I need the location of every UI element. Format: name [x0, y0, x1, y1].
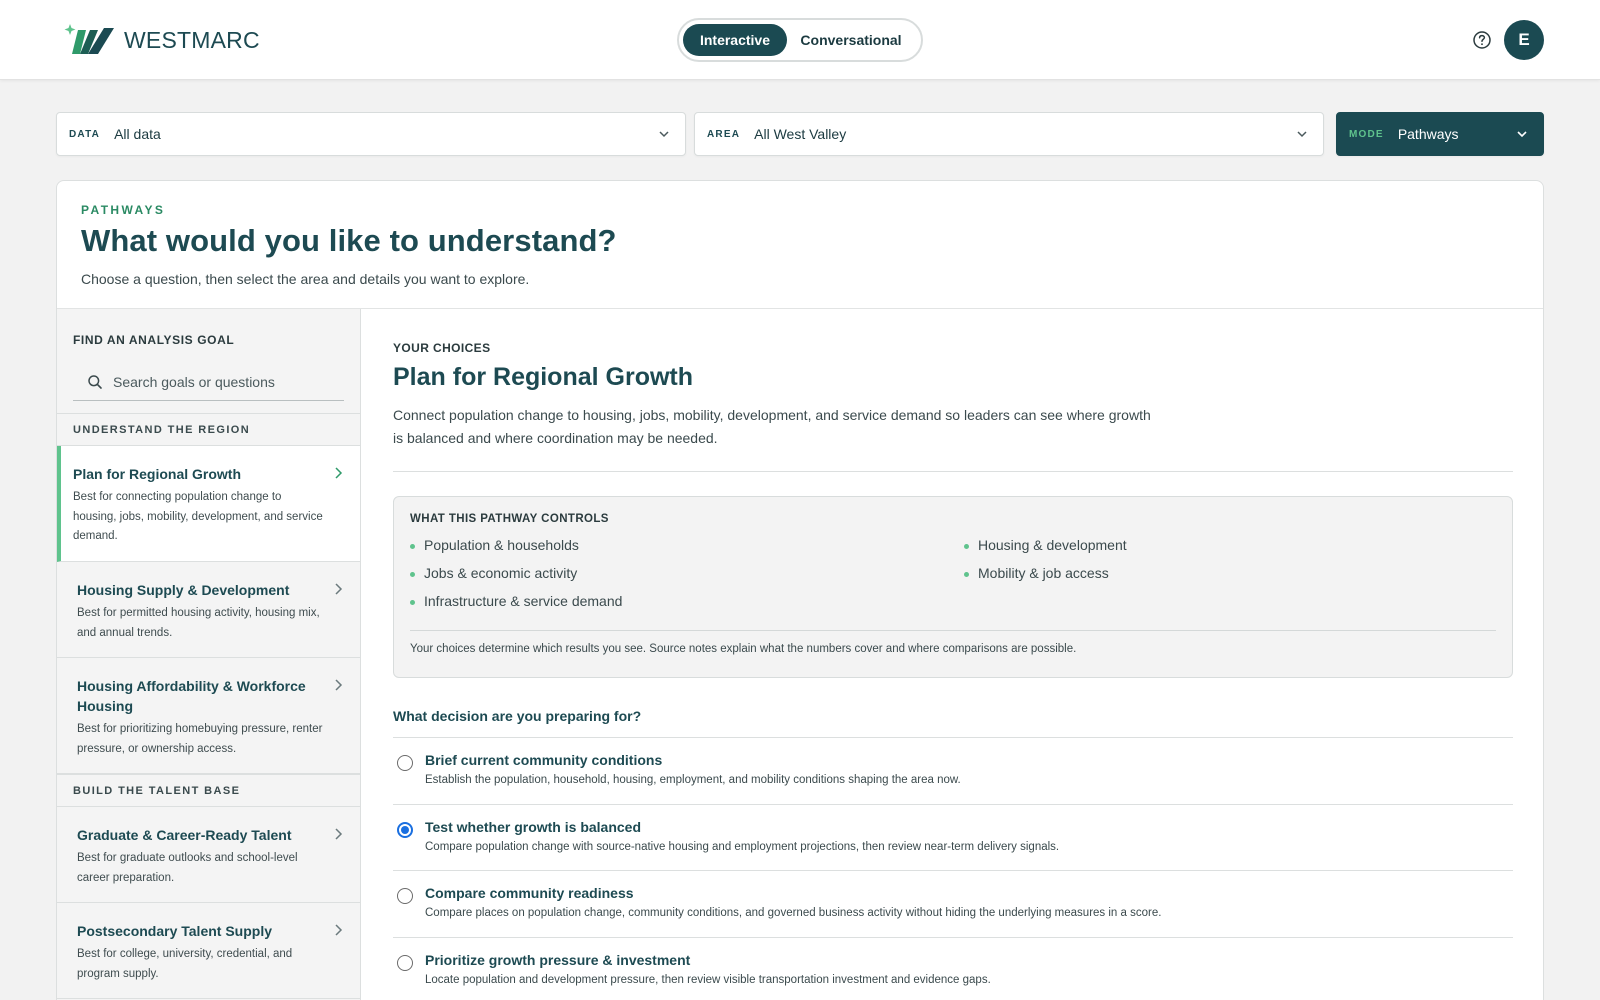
control-item: Infrastructure & service demand	[410, 587, 622, 615]
radio-button[interactable]	[397, 755, 413, 771]
logo-mark-icon	[64, 24, 114, 54]
decision-question: What decision are you preparing for?	[393, 708, 642, 724]
area-select[interactable]: AREA All West Valley	[694, 112, 1324, 156]
goal-description: Best for prioritizing homebuying pressur…	[77, 723, 323, 755]
chevron-right-icon	[335, 924, 343, 936]
goal-search-label: FIND AN ANALYSIS GOAL	[73, 333, 235, 347]
data-select-value: All data	[114, 126, 161, 142]
goal-description: Best for graduate outlooks and school-le…	[77, 852, 298, 884]
decision-option-growth-balanced[interactable]: Test whether growth is balanced Compare …	[393, 805, 1513, 871]
goal-description: Best for college, university, credential…	[77, 948, 293, 980]
control-item: Population & households	[410, 531, 579, 559]
user-avatar[interactable]: E	[1504, 20, 1544, 60]
top-bar: WESTMARC Interactive Conversational E	[0, 0, 1600, 80]
controls-divider	[410, 630, 1496, 631]
option-title: Prioritize growth pressure & investment	[425, 951, 691, 968]
conversational-toggle-button[interactable]: Conversational	[787, 24, 915, 56]
option-description: Locate population and development pressu…	[425, 973, 991, 986]
search-icon	[88, 374, 102, 389]
westmarc-logo[interactable]: WESTMARC	[64, 22, 260, 56]
pathway-description: Connect population change to housing, jo…	[393, 407, 1151, 446]
control-item: Mobility & job access	[964, 559, 1109, 587]
goal-item-postsecondary-talent[interactable]: Postsecondary Talent Supply Best for col…	[57, 903, 360, 999]
mode-select-value: Pathways	[1397, 126, 1459, 142]
goal-search-section: FIND AN ANALYSIS GOAL Search goals or qu…	[57, 309, 360, 413]
interactive-toggle-button[interactable]: Interactive	[683, 24, 787, 56]
chevron-right-icon	[335, 467, 343, 479]
view-mode-toggle: Interactive Conversational	[677, 18, 923, 62]
control-item-label: Population & households	[424, 537, 579, 553]
option-title: Test whether growth is balanced	[425, 818, 642, 835]
page-title: What would you like to understand?	[81, 223, 617, 258]
help-icon[interactable]	[1472, 30, 1492, 50]
goal-sidebar: FIND AN ANALYSIS GOAL Search goals or qu…	[57, 309, 361, 1000]
mode-select[interactable]: MODE Pathways	[1336, 112, 1544, 156]
control-item-label: Housing & development	[978, 537, 1127, 553]
decision-option-growth-pressure[interactable]: Prioritize growth pressure & investment …	[393, 938, 1513, 1000]
control-item: Jobs & economic activity	[410, 559, 577, 587]
goal-item-plan-regional-growth[interactable]: Plan for Regional Growth Best for connec…	[57, 446, 360, 562]
radio-button[interactable]	[397, 954, 413, 971]
chevron-right-icon	[335, 679, 343, 691]
goal-item-graduate-talent[interactable]: Graduate & Career-Ready Talent Best for …	[57, 807, 360, 903]
bullet-icon	[964, 543, 969, 549]
option-description: Establish the population, household, hou…	[425, 774, 961, 786]
page-subtitle: Choose a question, then select the area …	[81, 271, 530, 287]
controls-note: Your choices determine which results you…	[410, 643, 1077, 655]
goal-title: Housing Affordability & Workforce Housin…	[77, 678, 306, 714]
bullet-icon	[410, 543, 415, 549]
control-item-label: Infrastructure & service demand	[424, 593, 623, 609]
control-item-label: Jobs & economic activity	[424, 565, 578, 581]
bullet-icon	[410, 571, 415, 577]
controls-heading: WHAT THIS PATHWAY CONTROLS	[410, 513, 609, 525]
pathways-card: PATHWAYS What would you like to understa…	[56, 180, 1544, 1000]
your-choices-label: YOUR CHOICES	[393, 341, 491, 355]
data-select-label: DATA	[69, 128, 101, 140]
goal-item-housing-affordability[interactable]: Housing Affordability & Workforce Housin…	[57, 658, 360, 774]
mode-select-label: MODE	[1349, 128, 1384, 140]
section-divider	[393, 471, 1513, 472]
goal-description: Best for permitted housing activity, hou…	[77, 607, 320, 639]
controls-list: Population & households Housing & develo…	[410, 531, 1496, 623]
decision-option-community-readiness[interactable]: Compare community readiness Compare plac…	[393, 871, 1513, 938]
radio-button[interactable]	[397, 888, 413, 904]
goal-search-input[interactable]: Search goals or questions	[73, 363, 344, 401]
data-select[interactable]: DATA All data	[56, 112, 686, 156]
radio-button-selected[interactable]	[397, 821, 413, 838]
search-placeholder: Search goals or questions	[113, 373, 275, 390]
goal-title: Graduate & Career-Ready Talent	[77, 827, 292, 843]
group-heading-talent-base: BUILD THE TALENT BASE	[57, 774, 360, 807]
area-select-value: All West Valley	[754, 126, 847, 142]
chevron-right-icon	[335, 828, 343, 840]
goal-title: Postsecondary Talent Supply	[77, 923, 273, 939]
pathway-controls-panel: WHAT THIS PATHWAY CONTROLS Population & …	[393, 496, 1513, 678]
goal-title: Housing Supply & Development	[77, 582, 290, 598]
control-item-label: Mobility & job access	[978, 565, 1109, 581]
bullet-icon	[964, 571, 969, 577]
decision-option-brief-conditions[interactable]: Brief current community conditions Estab…	[393, 738, 1513, 805]
decision-options: Brief current community conditions Estab…	[393, 737, 1513, 1000]
chevron-right-icon	[335, 583, 343, 595]
area-select-label: AREA	[707, 128, 741, 140]
control-item: Housing & development	[964, 531, 1127, 559]
bullet-icon	[410, 599, 415, 605]
option-title: Brief current community conditions	[425, 752, 663, 768]
group-heading-understand-region: UNDERSTAND THE REGION	[57, 413, 360, 446]
hero-section: PATHWAYS What would you like to understa…	[57, 181, 1543, 309]
goal-item-housing-supply[interactable]: Housing Supply & Development Best for pe…	[57, 562, 360, 658]
option-title: Compare community readiness	[425, 885, 634, 901]
goal-title: Plan for Regional Growth	[73, 466, 242, 482]
goal-description: Best for connecting population change to…	[73, 491, 323, 542]
option-description: Compare population change with source-na…	[425, 840, 1060, 853]
option-description: Compare places on population change, com…	[425, 907, 1162, 919]
pathway-details: YOUR CHOICES Plan for Regional Growth Co…	[361, 309, 1543, 1000]
pathway-title: Plan for Regional Growth	[393, 363, 694, 391]
chevron-down-icon	[1297, 131, 1307, 138]
hero-eyebrow: PATHWAYS	[81, 203, 166, 217]
chevron-down-icon	[659, 131, 669, 138]
logo-wordmark: WESTMARC	[124, 26, 260, 53]
chevron-down-icon	[1517, 131, 1527, 138]
